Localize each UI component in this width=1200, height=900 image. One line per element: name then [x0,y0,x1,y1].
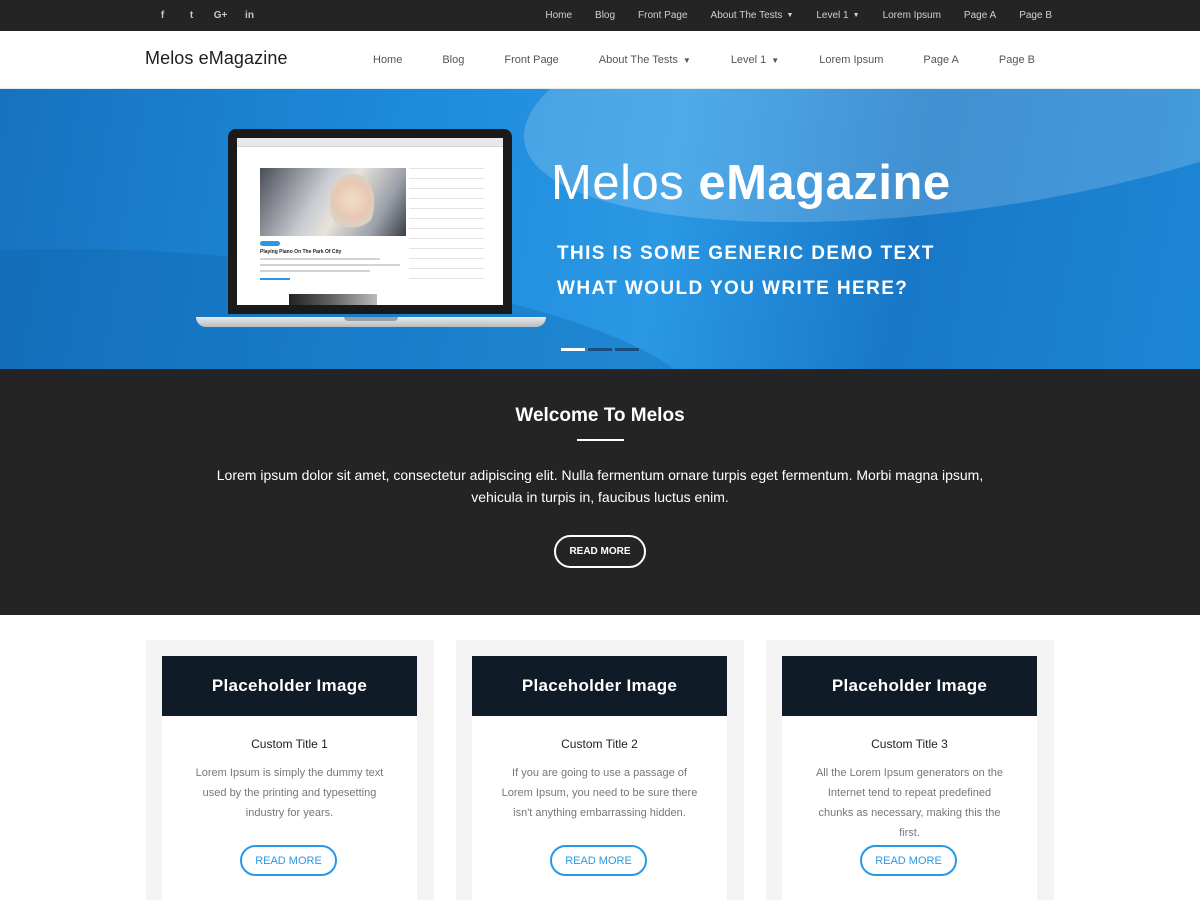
screen-sidebar-row [409,178,484,179]
social-links: f t G+ in [148,0,264,31]
twitter-icon[interactable]: t [177,10,206,21]
feature-card-3: Placeholder Image Custom Title 3 All the… [766,640,1054,900]
screen-sidebar [409,168,484,288]
main-nav-blog[interactable]: Blog [442,54,464,66]
placeholder-image: Placeholder Image [782,656,1037,716]
feature-card-body: Placeholder Image Custom Title 2 If you … [472,656,727,900]
screen-text-line [260,270,370,272]
main-nav-lorem-ipsum[interactable]: Lorem Ipsum [819,54,883,66]
placeholder-image: Placeholder Image [472,656,727,716]
screen-link-line [260,278,290,280]
screen-sidebar-row [409,258,484,259]
laptop-mockup-image: Playing Piano On The Park Of City [196,129,546,329]
screen-post-title: Playing Piano On The Park Of City [260,249,342,255]
screen-sidebar-row [409,168,484,169]
card-text: Lorem Ipsum is simply the dummy text use… [195,767,384,819]
chevron-down-icon: ▼ [852,12,860,19]
card-read-more-button[interactable]: READ MORE [550,845,647,876]
card-title: Custom Title 2 [561,737,638,751]
top-nav-home[interactable]: Home [545,10,572,21]
main-nav-level-label: Level 1 [730,54,767,66]
card-text: All the Lorem Ipsum generators on the In… [815,767,1004,839]
screen-post-tag [260,241,280,246]
slider-pagination [561,348,642,351]
screen-sidebar-row [409,238,484,239]
top-nav-lorem-ipsum[interactable]: Lorem Ipsum [883,10,941,21]
main-nav-about-the-tests[interactable]: About The Tests ▼ [599,54,691,66]
top-nav-about-label: About The Tests [710,10,783,21]
chevron-down-icon: ▼ [771,55,780,65]
feature-card-1: Placeholder Image Custom Title 1 Lorem I… [146,640,434,900]
top-bar: f t G+ in Home Blog Front Page About The… [0,0,1200,31]
screen-sidebar-row [409,268,484,269]
top-nav-level-label: Level 1 [816,10,849,21]
feature-card-body: Placeholder Image Custom Title 3 All the… [782,656,1037,900]
screen-text-line [260,258,380,260]
slider-dot-2[interactable] [588,348,612,351]
screen-sidebar-row [409,278,484,279]
screen-sidebar-row [409,198,484,199]
laptop-notch [344,317,398,321]
welcome-text: Lorem ipsum dolor sit amet, consectetur … [216,467,984,505]
laptop-lid: Playing Piano On The Park Of City [228,129,512,314]
card-read-more-button[interactable]: READ MORE [240,845,337,876]
top-nav-about-the-tests[interactable]: About The Tests ▼ [711,10,794,21]
site-header: Melos eMagazine Home Blog Front Page Abo… [0,31,1200,89]
browser-bar [237,138,503,147]
main-nav-front-page[interactable]: Front Page [504,54,558,66]
laptop-screen: Playing Piano On The Park Of City [237,138,503,305]
card-title: Custom Title 1 [251,737,328,751]
main-nav-about-label: About The Tests [598,54,678,66]
welcome-section: Welcome To Melos Lorem ipsum dolor sit a… [0,369,1200,615]
linkedin-icon[interactable]: in [235,10,264,21]
hero-slider: Playing Piano On The Park Of City Melos … [0,89,1200,369]
card-title: Custom Title 3 [871,737,948,751]
chevron-down-icon: ▼ [786,12,794,19]
feature-card-body: Placeholder Image Custom Title 1 Lorem I… [162,656,417,900]
screen-post-image-2 [289,294,377,305]
slider-dot-3[interactable] [615,348,639,351]
top-nav-blog[interactable]: Blog [595,10,615,21]
main-nav-page-b[interactable]: Page B [999,54,1035,66]
hero-title-light: Melos [551,156,699,210]
top-nav-page-a[interactable]: Page A [964,10,996,21]
main-nav-home[interactable]: Home [373,54,402,66]
top-nav-page-b[interactable]: Page B [1019,10,1052,21]
chevron-down-icon: ▼ [682,55,691,65]
card-read-more-button[interactable]: READ MORE [860,845,957,876]
site-title[interactable]: Melos eMagazine [145,48,288,69]
top-nav-front-page[interactable]: Front Page [638,10,687,21]
main-nav-level-1[interactable]: Level 1 ▼ [731,54,779,66]
top-nav: Home Blog Front Page About The Tests ▼ Le… [522,0,1052,31]
welcome-heading: Welcome To Melos [515,405,685,426]
screen-sidebar-row [409,218,484,219]
hero-subtitle-line-1: THIS IS SOME GENERIC DEMO TEXT [557,243,935,264]
card-text: If you are going to use a passage of Lor… [501,767,698,819]
welcome-divider [577,439,624,441]
placeholder-image: Placeholder Image [162,656,417,716]
main-nav: Home Blog Front Page About The Tests ▼ Le… [333,31,1035,89]
screen-sidebar-row [409,188,484,189]
screen-text-line [260,264,400,266]
screen-sidebar-row [409,228,484,229]
welcome-read-more-button[interactable]: READ MORE [554,535,646,568]
screen-post-image [260,168,406,236]
facebook-icon[interactable]: f [148,10,177,21]
screen-post-image-face [330,174,374,232]
hero-title-bold: eMagazine [698,156,951,210]
google-plus-icon[interactable]: G+ [206,10,235,21]
hero-subtitle-line-2: WHAT WOULD YOU WRITE HERE? [557,278,909,299]
top-nav-level-1[interactable]: Level 1 ▼ [816,10,859,21]
hero-title: Melos eMagazine [551,155,951,211]
screen-sidebar-row [409,248,484,249]
slider-dot-1[interactable] [561,348,585,351]
screen-sidebar-row [409,208,484,209]
main-nav-page-a[interactable]: Page A [923,54,958,66]
feature-card-2: Placeholder Image Custom Title 2 If you … [456,640,744,900]
